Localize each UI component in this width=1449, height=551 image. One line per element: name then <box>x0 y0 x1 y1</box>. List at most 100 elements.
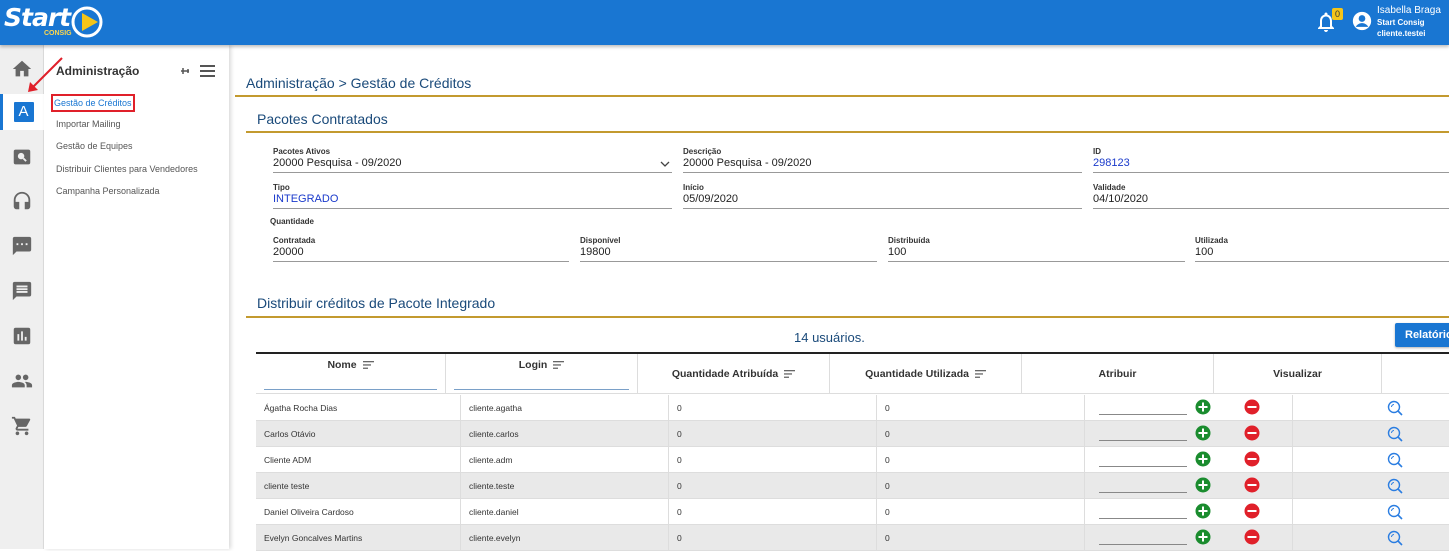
top-bar: Start CONSIG 0 Isabella Braga Start Cons… <box>0 0 1449 45</box>
cell-qtd-atribuida: 0 <box>669 447 877 473</box>
hamburger-menu-icon[interactable] <box>200 64 215 78</box>
cell-nome: Daniel Oliveira Cardoso <box>256 499 461 525</box>
cell-visualizar <box>1293 421 1449 447</box>
cell-login: cliente.daniel <box>461 499 669 525</box>
pin-icon[interactable] <box>179 65 191 77</box>
rail-chat[interactable] <box>0 228 44 264</box>
add-credit-icon[interactable] <box>1195 529 1211 545</box>
submenu-item-distribuir-clientes[interactable]: Distribuir Clientes para Vendedores <box>56 164 198 174</box>
column-visualizar-label: Visualizar <box>1273 368 1322 380</box>
rail-admin[interactable]: A <box>0 94 44 130</box>
utilizada-label: Utilizada <box>1195 236 1228 245</box>
contratada-field[interactable]: Contratada 20000 <box>273 236 569 262</box>
rail-messages[interactable] <box>0 273 44 309</box>
column-atribuir-label: Atribuir <box>1098 368 1137 380</box>
cell-nome: Carlos Otávio <box>256 421 461 447</box>
remove-credit-icon[interactable] <box>1244 503 1260 519</box>
view-search-icon[interactable] <box>1387 530 1403 546</box>
add-credit-icon[interactable] <box>1195 451 1211 467</box>
validade-field[interactable]: Validade 04/10/2020 <box>1093 183 1449 209</box>
add-credit-icon[interactable] <box>1195 503 1211 519</box>
sort-icon[interactable] <box>784 370 796 379</box>
add-credit-icon[interactable] <box>1195 477 1211 493</box>
pacotes-divider <box>246 131 1449 133</box>
cell-qtd-utilizada: 0 <box>877 473 1085 499</box>
quantidade-label: Quantidade <box>270 217 315 226</box>
remove-credit-icon[interactable] <box>1244 477 1260 493</box>
table-header: Nome Login Quantidade Atribuída Quantida… <box>256 352 1449 394</box>
assign-quantity-input[interactable] <box>1099 455 1187 467</box>
submenu-item-gestao-creditos[interactable]: Gestão de Créditos <box>51 94 135 112</box>
logo-play-icon <box>71 6 103 38</box>
pacotes-title: Pacotes Contratados <box>257 111 388 127</box>
logo-subtext: CONSIG <box>44 30 72 37</box>
nome-filter-input[interactable] <box>264 389 437 390</box>
assign-quantity-input[interactable] <box>1099 481 1187 493</box>
sort-icon[interactable] <box>553 361 565 370</box>
column-header-qtd-atribuida[interactable]: Quantidade Atribuída <box>638 354 830 394</box>
view-search-icon[interactable] <box>1387 400 1403 416</box>
add-credit-icon[interactable] <box>1195 399 1211 415</box>
login-filter-input[interactable] <box>454 389 629 390</box>
distribuir-divider <box>246 316 1449 318</box>
utilizada-value: 100 <box>1195 246 1449 262</box>
cell-visualizar <box>1293 395 1449 421</box>
inicio-label: Início <box>683 183 704 192</box>
pacotes-ativos-select[interactable]: Pacotes Ativos 20000 Pesquisa - 09/2020 <box>273 147 672 173</box>
submenu-item-importar-mailing[interactable]: Importar Mailing <box>56 119 121 129</box>
admin-submenu: Administração Gestão de Créditos Importa… <box>44 45 229 549</box>
report-button[interactable]: Relatório <box>1395 323 1449 347</box>
distribuir-title: Distribuir créditos de Pacote Integrado <box>257 295 496 311</box>
assign-quantity-input[interactable] <box>1099 507 1187 519</box>
submenu-title: Administração <box>56 64 140 78</box>
cell-nome: Evelyn Goncalves Martins <box>256 525 461 551</box>
view-search-icon[interactable] <box>1387 426 1403 442</box>
sort-icon[interactable] <box>974 370 986 379</box>
rail-reports[interactable] <box>0 318 44 354</box>
message-icon <box>12 281 32 301</box>
rail-search[interactable] <box>0 139 44 175</box>
utilizada-field[interactable]: Utilizada 100 <box>1195 236 1449 262</box>
remove-credit-icon[interactable] <box>1244 399 1260 415</box>
rail-support[interactable] <box>0 183 44 219</box>
submenu-item-gestao-equipes[interactable]: Gestão de Equipes <box>56 141 133 151</box>
tipo-field[interactable]: Tipo INTEGRADO <box>273 183 672 209</box>
column-header-nome[interactable]: Nome <box>256 354 446 394</box>
remove-credit-icon[interactable] <box>1244 451 1260 467</box>
cell-qtd-atribuida: 0 <box>669 499 877 525</box>
assign-quantity-input[interactable] <box>1099 429 1187 441</box>
column-header-atribuir: Atribuir <box>1022 354 1214 394</box>
rail-people[interactable] <box>0 363 44 399</box>
remove-credit-icon[interactable] <box>1244 529 1260 545</box>
column-header-visualizar: Visualizar <box>1214 354 1382 394</box>
disponivel-value: 19800 <box>580 246 877 262</box>
inicio-field[interactable]: Início 05/09/2020 <box>683 183 1082 209</box>
descricao-label: Descrição <box>683 147 722 156</box>
column-header-qtd-utilizada[interactable]: Quantidade Utilizada <box>830 354 1022 394</box>
logo[interactable]: Start CONSIG <box>4 2 114 42</box>
cell-login: cliente.evelyn <box>461 525 669 551</box>
validade-label: Validade <box>1093 183 1126 192</box>
disponivel-field[interactable]: Disponível 19800 <box>580 236 877 262</box>
add-credit-icon[interactable] <box>1195 425 1211 441</box>
remove-credit-icon[interactable] <box>1244 425 1260 441</box>
view-search-icon[interactable] <box>1387 452 1403 468</box>
sort-icon[interactable] <box>362 361 374 370</box>
user-avatar-icon[interactable] <box>1352 11 1372 31</box>
distribuida-field[interactable]: Distribuída 100 <box>888 236 1185 262</box>
id-field[interactable]: ID 298123 <box>1093 147 1449 173</box>
view-search-icon[interactable] <box>1387 478 1403 494</box>
rail-cart[interactable] <box>0 408 44 444</box>
inicio-value: 05/09/2020 <box>683 193 1082 209</box>
submenu-item-campanha-personalizada[interactable]: Campanha Personalizada <box>56 186 160 196</box>
column-header-login[interactable]: Login <box>446 354 638 394</box>
view-search-icon[interactable] <box>1387 504 1403 520</box>
descricao-field[interactable]: Descrição 20000 Pesquisa - 09/2020 <box>683 147 1082 173</box>
people-icon <box>11 374 33 388</box>
assign-quantity-input[interactable] <box>1099 533 1187 545</box>
pacotes-ativos-label: Pacotes Ativos <box>273 147 331 156</box>
table-row: Cliente ADM cliente.adm 0 0 <box>256 447 1449 473</box>
assign-quantity-input[interactable] <box>1099 403 1187 415</box>
user-company: Start Consig <box>1377 18 1425 27</box>
cell-visualizar <box>1293 447 1449 473</box>
